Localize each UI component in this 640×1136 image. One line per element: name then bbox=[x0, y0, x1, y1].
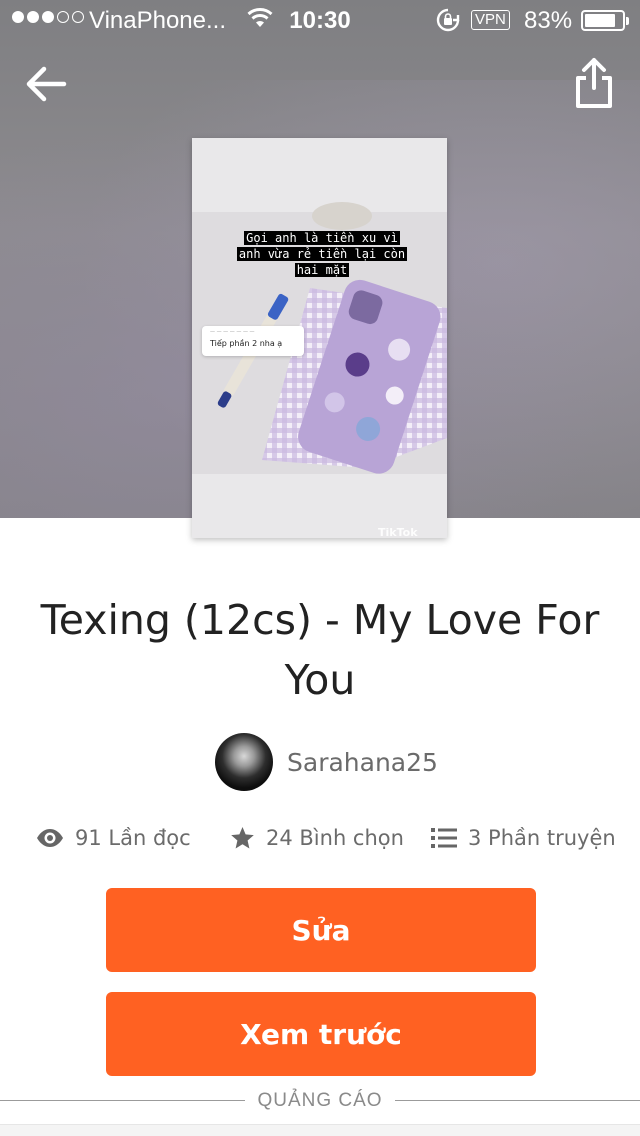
share-button[interactable] bbox=[572, 56, 616, 110]
stat-parts: 3 Phần truyện bbox=[431, 826, 616, 850]
cover-comment-bubble: — — — — — — — Tiếp phần 2 nha ạ bbox=[202, 326, 304, 356]
star-icon bbox=[231, 827, 254, 849]
bubble-reply-text: Tiếp phần 2 nha ạ bbox=[210, 339, 283, 348]
back-button[interactable] bbox=[22, 60, 70, 108]
ad-slot[interactable] bbox=[0, 1124, 640, 1136]
eye-icon bbox=[37, 829, 63, 847]
story-title: Texing (12cs) - My Love For You bbox=[40, 596, 600, 704]
votes-count: 24 Bình chọn bbox=[266, 826, 404, 850]
cover-caption: Gọi anh là tiền xu vì anh vừa rẻ tiền lạ… bbox=[222, 230, 422, 278]
tiktok-watermark: TikTok bbox=[378, 526, 418, 538]
share-icon bbox=[576, 58, 612, 108]
parts-count: 3 Phần truyện bbox=[468, 826, 616, 850]
battery-icon bbox=[581, 10, 629, 31]
divider-line-left bbox=[0, 1100, 245, 1101]
arrow-left-icon bbox=[26, 66, 67, 102]
battery-level-fill bbox=[585, 14, 615, 27]
reads-count: 91 Lần đọc bbox=[75, 826, 191, 850]
story-stats: 91 Lần đọc 24 Bình chọn 3 Phần truyện bbox=[0, 820, 640, 860]
avatar[interactable] bbox=[215, 733, 273, 791]
caption-line-1: Gọi anh là tiền xu vì bbox=[244, 231, 400, 245]
stat-votes: 24 Bình chọn bbox=[230, 826, 404, 850]
list-icon bbox=[431, 828, 457, 848]
ad-label: QUẢNG CÁO bbox=[257, 1090, 383, 1111]
battery-percent: 83% bbox=[524, 7, 573, 34]
author-name[interactable]: Sarahana25 bbox=[287, 748, 438, 777]
vpn-badge: VPN bbox=[471, 10, 510, 30]
status-bar: VinaPhone... 10:30 VPN 83% bbox=[0, 0, 640, 40]
story-cover[interactable]: Gọi anh là tiền xu vì anh vừa rẻ tiền lạ… bbox=[192, 138, 447, 538]
caption-line-3: hai mặt bbox=[294, 263, 350, 277]
preview-button[interactable]: Xem trước bbox=[106, 992, 536, 1076]
ad-divider: QUẢNG CÁO bbox=[0, 1088, 640, 1114]
edit-button[interactable]: Sửa bbox=[106, 888, 536, 972]
rotation-lock-icon bbox=[436, 8, 460, 32]
stat-reads: 91 Lần đọc bbox=[36, 826, 191, 850]
bubble-meta-text: — — — — — — — bbox=[210, 329, 255, 335]
divider-line-right bbox=[395, 1100, 640, 1101]
author-link[interactable]: Sarahana25 bbox=[215, 733, 438, 791]
caption-line-2: anh vừa rẻ tiền lại còn bbox=[236, 247, 408, 261]
